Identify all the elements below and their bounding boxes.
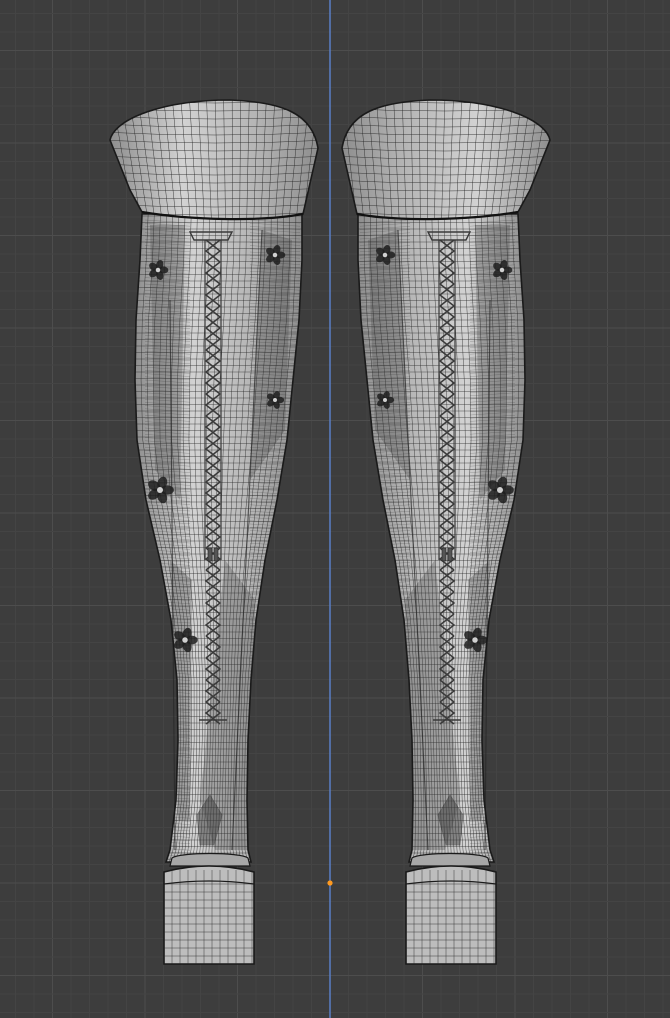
heel-block[interactable] [163, 852, 255, 965]
lace-aglet [207, 547, 213, 562]
origin-point[interactable] [327, 880, 333, 886]
viewport-grid [0, 0, 670, 1018]
heel-block[interactable] [405, 852, 497, 965]
lace-aglet [441, 547, 447, 562]
3d-viewport[interactable] [0, 0, 670, 1018]
lace-aglet [213, 547, 219, 562]
lace-aglet [447, 547, 453, 562]
viewport-canvas[interactable] [0, 0, 670, 1018]
viewport-background [0, 0, 670, 1018]
